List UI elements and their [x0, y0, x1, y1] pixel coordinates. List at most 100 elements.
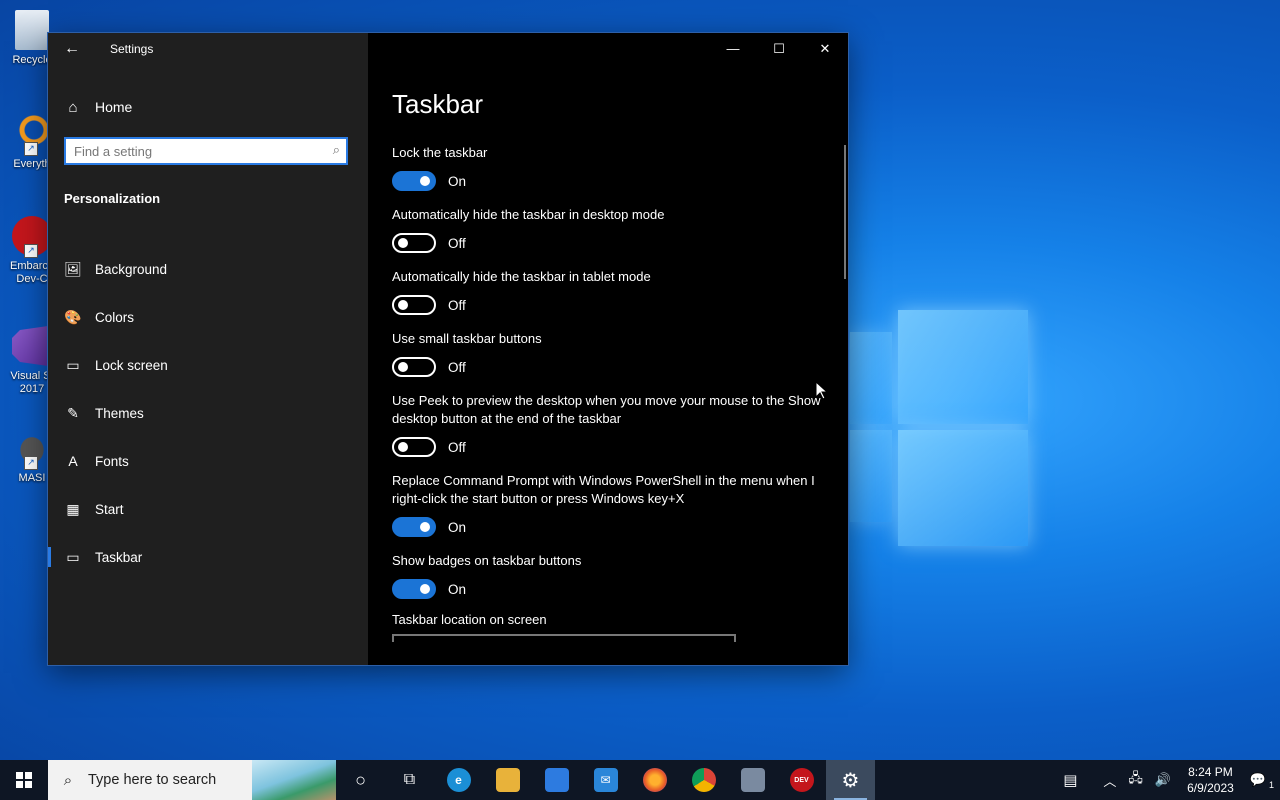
store-button[interactable]	[532, 760, 581, 800]
sidebar-item-taskbar[interactable]: ▭ Taskbar	[48, 533, 368, 581]
taskbar-location-label: Taskbar location on screen	[392, 612, 547, 627]
lock-taskbar-toggle[interactable]	[392, 171, 436, 191]
main-content: — ☐ ✕ Taskbar Lock the taskbar On Automa…	[368, 33, 848, 665]
sidebar-item-colors[interactable]: 🎨 Colors	[48, 293, 368, 341]
search-highlight-illustration	[252, 760, 336, 800]
task-view-button[interactable]: ⧉	[385, 760, 434, 800]
firefox-icon	[642, 768, 667, 792]
masm-icon: ↗	[12, 428, 52, 470]
volume-icon[interactable]: 🔊	[1149, 772, 1177, 788]
sidebar-item-themes[interactable]: ✎ Themes	[48, 389, 368, 437]
minimize-button[interactable]: —	[710, 33, 756, 65]
file-explorer-button[interactable]	[483, 760, 532, 800]
sidebar-item-start[interactable]: ▦ Start	[48, 485, 368, 533]
store-icon	[544, 768, 569, 792]
toggle-state: Off	[448, 297, 466, 313]
taskbar-search-placeholder: Type here to search	[88, 772, 217, 788]
mouse-cursor-icon	[815, 381, 827, 400]
badges-toggle[interactable]	[392, 579, 436, 599]
peek-toggle[interactable]	[392, 437, 436, 457]
window-controls: — ☐ ✕	[710, 33, 848, 65]
cortana-button[interactable]: ○	[336, 760, 385, 800]
network-tool-button[interactable]	[728, 760, 777, 800]
window-title: Settings	[110, 42, 154, 56]
palette-icon: 🎨	[64, 308, 82, 325]
notification-count-badge: 1	[1268, 780, 1274, 790]
mail-button[interactable]: ✉	[581, 760, 630, 800]
cortana-icon: ○	[355, 769, 366, 790]
search-icon[interactable]: ⌕	[333, 142, 340, 158]
setting-badges: Show badges on taskbar buttons On	[392, 552, 822, 599]
network-icon[interactable]: 🖧	[1122, 769, 1149, 791]
system-tray: ▤ ︿ 🖧 🔊 8:24 PM 6/9/2023 💬 1	[1057, 760, 1280, 800]
settings-window: ← Settings ⌂ Home ⌕ Personalization 🖼 Ba…	[48, 33, 848, 665]
close-button[interactable]: ✕	[802, 33, 848, 65]
scrollbar[interactable]	[844, 145, 846, 279]
settings-search-box[interactable]: ⌕	[64, 137, 348, 165]
dev-cpp-icon: DEV	[789, 768, 814, 792]
image-icon: 🖼	[64, 260, 82, 277]
search-icon: ⌕	[63, 771, 73, 789]
windows-start-icon	[16, 771, 32, 788]
setting-autohide-tablet: Automatically hide the taskbar in tablet…	[392, 268, 822, 315]
sidebar-item-lock-screen[interactable]: ▭ Lock screen	[48, 341, 368, 389]
sidebar-item-label: Themes	[95, 405, 144, 421]
home-nav-item[interactable]: ⌂ Home	[64, 95, 132, 119]
dev-cpp-taskbar-button[interactable]: DEV	[777, 760, 826, 800]
windows-logo-wallpaper	[850, 310, 1030, 548]
back-arrow-icon: ←	[64, 40, 80, 57]
toggle-state: On	[448, 519, 467, 535]
firefox-button[interactable]	[630, 760, 679, 800]
autohide-tablet-toggle[interactable]	[392, 295, 436, 315]
setting-label: Automatically hide the taskbar in deskto…	[392, 207, 665, 222]
taskbar-icon: ▭	[66, 548, 80, 565]
setting-lock-taskbar: Lock the taskbar On	[392, 144, 822, 191]
autohide-desktop-toggle[interactable]	[392, 233, 436, 253]
setting-label: Use small taskbar buttons	[392, 331, 542, 346]
themes-icon: ✎	[67, 404, 79, 421]
powershell-toggle[interactable]	[392, 517, 436, 537]
sidebar-item-label: Colors	[95, 309, 135, 325]
setting-small-buttons: Use small taskbar buttons Off	[392, 330, 822, 377]
clock-time: 8:24 PM	[1188, 765, 1233, 779]
search-input[interactable]	[66, 139, 332, 163]
taskbar: ⌕ Type here to search ○ ⧉ e ✉ DEV ⚙ ▤ ︿ …	[0, 760, 1280, 800]
file-explorer-icon	[495, 768, 520, 792]
edge-button[interactable]: e	[434, 760, 483, 800]
chevron-up-icon[interactable]: ︿	[1097, 771, 1122, 790]
clock[interactable]: 8:24 PM 6/9/2023	[1177, 764, 1244, 796]
home-icon: ⌂	[68, 98, 78, 116]
maximize-icon: ☐	[773, 41, 785, 56]
sidebar-item-label: Lock screen	[95, 357, 168, 373]
taskbar-location-dropdown[interactable]	[392, 634, 736, 642]
setting-label: Lock the taskbar	[392, 145, 488, 160]
sidebar-item-fonts[interactable]: A Fonts	[48, 437, 368, 485]
notification-center-icon[interactable]: 💬 1	[1244, 772, 1280, 790]
news-widget-icon[interactable]: ▤	[1057, 771, 1083, 789]
start-button[interactable]	[0, 760, 48, 800]
sidebar-item-label: Taskbar	[95, 549, 143, 565]
setting-label: Show badges on taskbar buttons	[392, 553, 582, 568]
maximize-button[interactable]: ☐	[756, 33, 802, 65]
dev-cpp-icon: ↗	[12, 216, 52, 258]
home-label: Home	[95, 99, 133, 115]
sidebar-nav: 🖼 Background 🎨 Colors ▭ Lock screen ✎ Th…	[48, 245, 368, 581]
chrome-icon	[691, 768, 716, 792]
taskbar-search-box[interactable]: ⌕ Type here to search	[48, 760, 336, 800]
chrome-button[interactable]	[679, 760, 728, 800]
sidebar-item-background[interactable]: 🖼 Background	[48, 245, 368, 293]
setting-label: Use Peek to preview the desktop when you…	[392, 393, 821, 426]
toggle-state: On	[448, 581, 467, 597]
fonts-icon: A	[68, 453, 78, 469]
edge-icon: e	[446, 768, 471, 792]
settings-taskbar-button[interactable]: ⚙	[826, 760, 875, 800]
small-buttons-toggle[interactable]	[392, 357, 436, 377]
start-icon: ▦	[66, 500, 80, 517]
sidebar-item-label: Background	[95, 261, 168, 277]
setting-label: Replace Command Prompt with Windows Powe…	[392, 473, 815, 506]
toggle-state: Off	[448, 439, 466, 455]
toggle-state: Off	[448, 359, 466, 375]
close-icon: ✕	[819, 41, 831, 56]
back-button[interactable]: ←	[60, 39, 84, 59]
page-title: Taskbar	[392, 89, 484, 119]
